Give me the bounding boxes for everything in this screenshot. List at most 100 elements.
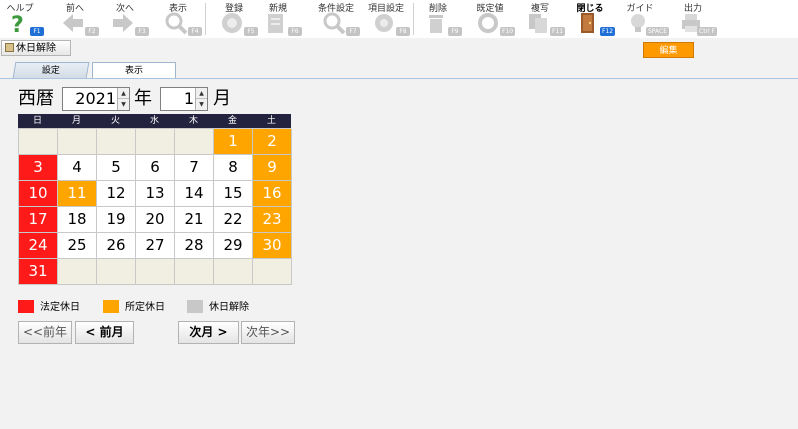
weekday-label: 日 [32,116,42,126]
refresh-icon [478,13,498,33]
legend-designated-swatch [103,300,119,313]
f11-key: F11 [550,27,566,36]
svg-text:?: ? [11,13,24,35]
empty-day-cell [253,259,292,285]
day-cell[interactable]: 2 [253,129,292,155]
day-cell[interactable]: 31 [19,259,58,285]
day-cell[interactable]: 3 [19,155,58,181]
edit-badge[interactable]: 編集 [643,42,694,58]
f7-key: F7 [346,27,360,36]
function-toolbar: ヘルプ ? F1 前へ F2 次へ F3 表示 F4 登録 F5 新規 F6 条… [0,0,798,38]
day-cell[interactable]: 4 [58,155,97,181]
space-key: SPACE [646,27,670,36]
delete-button[interactable]: 削除 F9 [418,0,462,38]
f3-key: F3 [135,27,149,36]
item-settings-button[interactable]: 項目設定 F8 [366,0,410,38]
view-button[interactable]: 表示 F4 [158,0,202,38]
disk-icon [222,13,242,33]
era-label: 西暦 [18,88,54,109]
weekday-label: 金 [227,116,237,126]
legend-designated: 所定休日 [103,300,165,314]
day-cell[interactable]: 18 [58,207,97,233]
year-spinner[interactable]: 2021 ▲ ▼ [62,87,130,111]
day-cell[interactable]: 20 [136,207,175,233]
day-cell[interactable]: 23 [253,207,292,233]
next-button[interactable]: 次へ F3 [105,0,149,38]
empty-day-cell [97,129,136,155]
year-spin-buttons[interactable]: ▲ ▼ [117,88,129,110]
day-cell[interactable]: 27 [136,233,175,259]
year-up-icon[interactable]: ▲ [118,88,129,99]
day-cell[interactable]: 11 [58,181,97,207]
copy-button[interactable]: 複写 F11 [520,0,566,38]
month-down-icon[interactable]: ▼ [196,99,207,110]
weekday-label: 土 [266,116,276,126]
arrow-left-icon [63,14,83,32]
month-spinner[interactable]: 1 ▲ ▼ [160,87,208,111]
day-cell[interactable]: 14 [175,181,214,207]
f10-key: F10 [500,27,516,36]
toolbar-separator [413,3,414,35]
year-down-icon[interactable]: ▼ [118,99,129,110]
f1-key: F1 [30,27,44,36]
tab-view[interactable]: 表示 [92,62,176,79]
year-unit: 年 [134,88,152,109]
day-cell[interactable]: 22 [214,207,253,233]
month-unit: 月 [213,88,231,109]
day-cell[interactable]: 8 [214,155,253,181]
f4-key: F4 [188,27,202,36]
day-cell[interactable]: 9 [253,155,292,181]
day-cell[interactable]: 26 [97,233,136,259]
condition-button[interactable]: 条件設定 F7 [316,0,360,38]
empty-day-cell [175,129,214,155]
empty-day-cell [175,259,214,285]
day-cell[interactable]: 29 [214,233,253,259]
prev-year-button[interactable]: <<前年 [18,321,72,344]
calendar-grid: 1 2 3 4 5 6 7 8 9 10 11 12 13 14 15 16 17 18 19 20 21 22 23 24 2… [18,128,292,285]
tab-settings-label: 設定 [41,66,60,76]
day-cell[interactable]: 5 [97,155,136,181]
prev-button[interactable]: 前へ F2 [55,0,99,38]
day-cell[interactable]: 13 [136,181,175,207]
month-up-icon[interactable]: ▲ [196,88,207,99]
day-cell[interactable]: 19 [97,207,136,233]
help-button[interactable]: ヘルプ ? F1 [0,0,44,38]
next-month-button[interactable]: 次月 > [178,321,239,344]
tab-view-label: 表示 [124,66,143,76]
f5-key: F5 [244,27,258,36]
prev-month-button[interactable]: < 前月 [75,321,134,344]
month-spin-buttons[interactable]: ▲ ▼ [195,88,207,110]
tab-divider [0,78,798,79]
close-button[interactable]: 閉じる F12 [570,0,616,38]
day-cell[interactable]: 17 [19,207,58,233]
day-cell[interactable]: 25 [58,233,97,259]
day-cell[interactable]: 10 [19,181,58,207]
day-cell[interactable]: 12 [97,181,136,207]
empty-day-cell [58,129,97,155]
holiday-clear-button[interactable]: 休日解除 [1,40,71,56]
new-button[interactable]: 新規 F6 [258,0,302,38]
tab-settings[interactable]: 設定 [12,62,90,78]
day-cell[interactable]: 6 [136,155,175,181]
legend-cleared-label: 休日解除 [209,302,249,313]
f9-key: F9 [448,27,462,36]
holiday-clear-label: 休日解除 [16,43,56,54]
day-cell[interactable]: 21 [175,207,214,233]
empty-day-cell [97,259,136,285]
f8-key: F8 [396,27,410,36]
day-cell[interactable]: 28 [175,233,214,259]
day-cell[interactable]: 1 [214,129,253,155]
register-button[interactable]: 登録 F5 [214,0,258,38]
f6-key: F6 [288,27,302,36]
day-cell[interactable]: 15 [214,181,253,207]
gear-icon [375,14,393,32]
output-button[interactable]: 出力 Ctrl F [673,0,718,38]
day-cell[interactable]: 30 [253,233,292,259]
default-button[interactable]: 既定値 F10 [470,0,516,38]
legend-cleared-swatch [187,300,203,313]
next-year-button[interactable]: 次年>> [241,321,295,344]
day-cell[interactable]: 7 [175,155,214,181]
day-cell[interactable]: 24 [19,233,58,259]
guide-button[interactable]: ガイド SPACE [620,0,670,38]
day-cell[interactable]: 16 [253,181,292,207]
